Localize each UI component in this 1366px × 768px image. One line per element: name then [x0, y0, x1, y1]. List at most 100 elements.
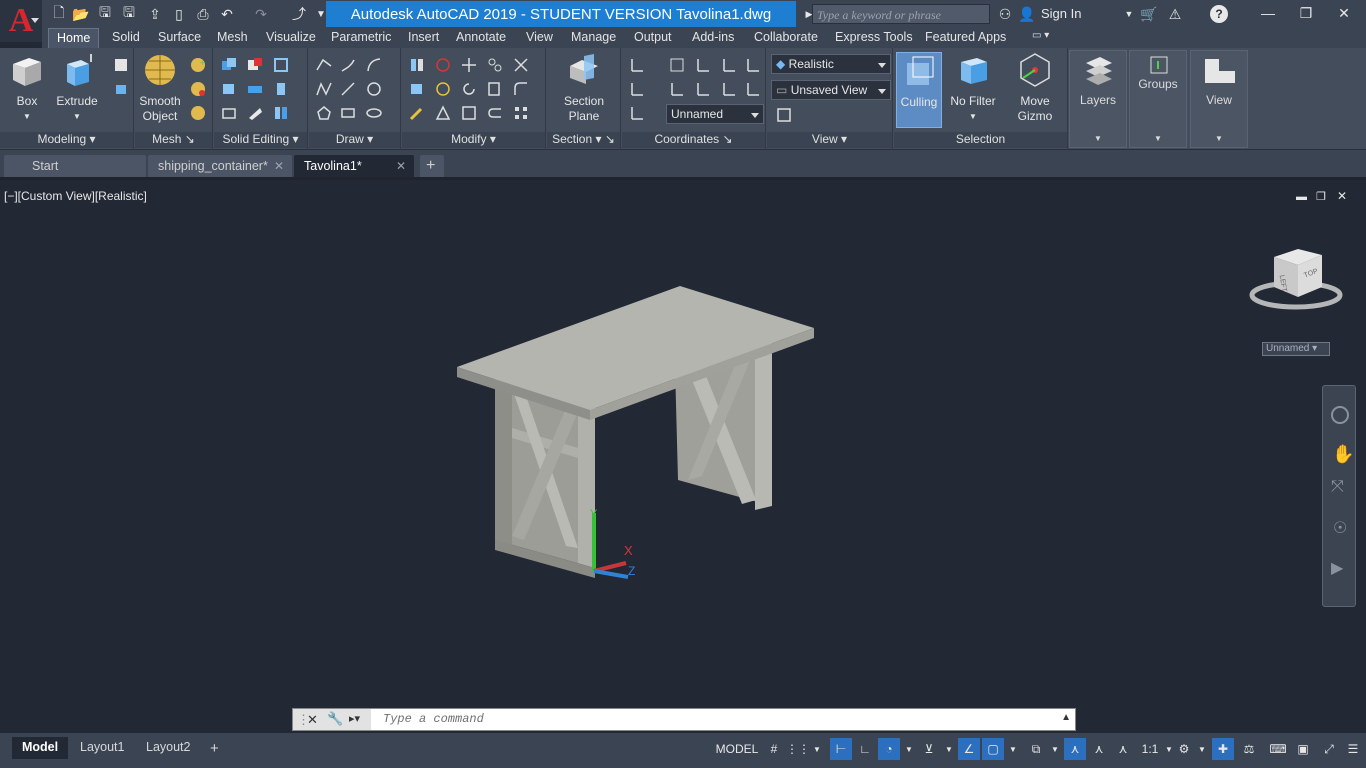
tab-express-tools[interactable]: Express Tools [835, 28, 913, 48]
zoom-extents-icon[interactable]: ⤧ [1331, 478, 1344, 496]
tab-collaborate[interactable]: Collaborate [754, 28, 818, 48]
binoculars-icon[interactable]: ⚇ [996, 5, 1014, 23]
presspull-icon[interactable] [112, 56, 130, 74]
ucs-zaxis-icon[interactable] [628, 104, 646, 122]
annotation-visibility-icon[interactable]: ⋏ [1064, 738, 1086, 760]
viewport-restore-icon[interactable]: ❐ [1316, 190, 1326, 203]
smooth-more-icon[interactable]: + [189, 56, 207, 74]
move-gizmo-button[interactable]: Move Gizmo [1010, 52, 1060, 124]
doc-tab-tavolina1[interactable]: Tavolina1* ✕ [294, 155, 414, 177]
layout-tab-layout1[interactable]: Layout1 [70, 737, 134, 759]
open-icon[interactable]: 📂 [72, 5, 90, 23]
clean-screen-icon[interactable]: ⌨ [1266, 738, 1290, 760]
help-icon[interactable]: ? [1210, 5, 1228, 23]
polyline-icon[interactable] [315, 56, 333, 74]
new-tab-button[interactable]: + [420, 155, 444, 177]
search-input[interactable]: Type a keyword or phrase [812, 4, 990, 24]
modeling-panel-title[interactable]: Modeling ▾ [0, 132, 133, 148]
tab-featured-apps[interactable]: Featured Apps [925, 28, 1006, 48]
groups-panel[interactable]: Groups ▼ [1129, 50, 1187, 148]
mesh-panel-title[interactable]: Mesh ↘ [135, 132, 212, 148]
share-icon[interactable]: ⤴ [290, 5, 308, 23]
close-window-button[interactable]: ✕ [1326, 2, 1362, 24]
rectangle-icon[interactable] [339, 104, 357, 122]
box-button[interactable]: Box ▼ [2, 52, 52, 124]
viewcube[interactable]: LEFT TOP [1246, 243, 1346, 315]
object-snap-dropdown-icon[interactable]: ▼ [1006, 738, 1020, 760]
cart-icon[interactable]: 🛒 [1140, 5, 1158, 23]
workspace-gear-icon[interactable]: ⚙ [1174, 738, 1194, 760]
stretch-icon[interactable] [486, 80, 504, 98]
named-ucs-combo[interactable]: Unnamed [666, 104, 764, 124]
grid-icon[interactable]: # [764, 738, 784, 760]
mirror-icon[interactable] [408, 56, 426, 74]
tab-home[interactable]: Home [48, 28, 100, 48]
viewport-config-icon[interactable] [775, 106, 793, 124]
circle-icon[interactable] [365, 80, 383, 98]
restore-window-button[interactable]: ❐ [1288, 2, 1324, 24]
union-icon[interactable] [220, 56, 238, 74]
open-web-icon[interactable]: ⇪ [146, 5, 164, 23]
viewport-controls-label[interactable]: [−][Custom View][Realistic] [4, 189, 147, 203]
auto-scale-icon[interactable]: ⋏ [1088, 738, 1110, 760]
snap-icon[interactable]: ⋮⋮ [786, 738, 810, 760]
ribbon-toggle-icon[interactable]: ▭ ▾ [1032, 28, 1049, 48]
smooth-mesh-icon[interactable] [112, 80, 130, 98]
a360-icon[interactable]: ⚠ [1166, 5, 1184, 23]
culling-button[interactable]: Culling [896, 52, 942, 128]
scale-selector[interactable]: 1:1 [1136, 738, 1164, 760]
scale-dropdown-icon[interactable]: ▼ [1164, 738, 1174, 760]
tab-solid[interactable]: Solid [112, 28, 140, 48]
object-snap-tracking-icon[interactable]: ∠ [958, 738, 980, 760]
smooth-less-icon[interactable] [189, 80, 207, 98]
doc-tab-start[interactable]: Start [4, 155, 146, 177]
view-panel-title[interactable]: View ▾ [767, 132, 892, 148]
new-icon[interactable]: 🗋 [50, 4, 68, 23]
ucs-view-icon[interactable] [720, 80, 738, 98]
thicken-icon[interactable] [272, 80, 290, 98]
3d-align-icon[interactable] [408, 80, 426, 98]
save-web-icon[interactable]: ▯ [170, 5, 188, 23]
fillet-icon[interactable] [512, 80, 530, 98]
coordinates-panel-title[interactable]: Coordinates ↘ [622, 132, 765, 148]
customization-menu-icon[interactable]: ☰ [1342, 738, 1364, 760]
ucs-menu-dropdown[interactable]: Unnamed ▾ [1262, 342, 1330, 356]
tab-annotate[interactable]: Annotate [456, 28, 506, 48]
snap-dropdown-icon[interactable]: ▼ [810, 738, 824, 760]
annotation-scale-icon[interactable]: ⋏ [1112, 738, 1134, 760]
minimize-window-button[interactable]: — [1250, 2, 1286, 24]
pan-hand-icon[interactable]: ✋ [1332, 444, 1354, 465]
view-side-panel[interactable]: View ▼ [1190, 50, 1248, 148]
tab-add-ins[interactable]: Add-ins [692, 28, 734, 48]
tab-insert[interactable]: Insert [408, 28, 439, 48]
recent-commands-icon[interactable]: ▸▾ [349, 712, 360, 725]
ellipse-icon[interactable] [365, 104, 383, 122]
ucs-object-icon[interactable] [744, 56, 762, 74]
close-tab-icon[interactable]: ✕ [396, 159, 406, 173]
layout-tab-model[interactable]: Model [12, 737, 69, 759]
modify-panel-title[interactable]: Modify ▾ [402, 132, 545, 148]
extrude-button[interactable]: Extrude ▼ [52, 52, 102, 124]
ucs-previous-icon[interactable] [720, 56, 738, 74]
viewport-close-icon[interactable]: ✕ [1337, 189, 1347, 203]
3d-array-icon[interactable] [486, 56, 504, 74]
viewport-minimize-icon[interactable]: ▬ [1296, 191, 1307, 203]
3d-move-icon[interactable] [434, 104, 452, 122]
ucs-3point-icon[interactable] [744, 80, 762, 98]
no-filter-button[interactable]: No Filter ▼ [948, 52, 998, 124]
arc-icon[interactable] [365, 56, 383, 74]
isodraft-icon[interactable]: ⊻ [918, 738, 940, 760]
undo-icon[interactable]: ↶ [218, 5, 236, 23]
scale-icon[interactable] [460, 104, 478, 122]
erase-icon[interactable] [408, 104, 426, 122]
drawing-viewport[interactable]: [−][Custom View][Realistic] ▬ ❐ ✕ Y X Z … [0, 183, 1366, 731]
section-panel-title[interactable]: Section ▾ ↘ [547, 132, 620, 148]
polar-dropdown-icon[interactable]: ▼ [902, 738, 916, 760]
showmotion-icon[interactable]: ▶ [1331, 558, 1343, 578]
infer-constraints-icon[interactable]: ⊢ [830, 738, 852, 760]
tab-output[interactable]: Output [634, 28, 672, 48]
workspace-dropdown-icon[interactable]: ▼ [1196, 738, 1208, 760]
layout-tab-layout2[interactable]: Layout2 [136, 737, 200, 759]
extract-edges-icon[interactable] [220, 104, 238, 122]
spline-icon[interactable] [315, 80, 333, 98]
